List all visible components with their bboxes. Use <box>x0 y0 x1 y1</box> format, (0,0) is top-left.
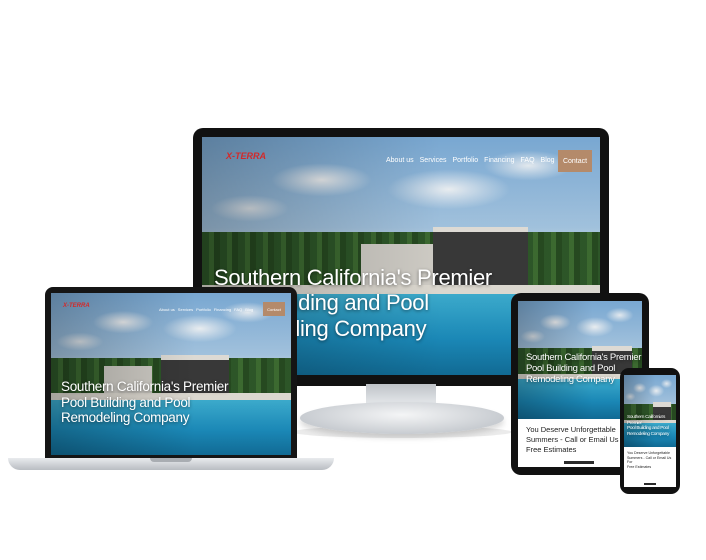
main-nav: About us Services Portfolio Financing FA… <box>159 307 253 312</box>
hero-headline: Southern California's Premier Pool Build… <box>61 379 229 426</box>
cta-text: You Deserve Unforgettable Summers - Call… <box>526 425 632 454</box>
bottom-bar <box>564 461 594 464</box>
bottom-bar <box>644 483 656 485</box>
monitor-stand-neck <box>366 384 436 404</box>
laptop-screen: X-TERRA About us Services Portfolio Fina… <box>51 293 291 455</box>
nav-item-faq[interactable]: FAQ <box>234 307 242 312</box>
monitor-stand-base <box>300 402 504 434</box>
laptop: X-TERRA About us Services Portfolio Fina… <box>45 287 297 459</box>
cta-line-2: Summers - Call or Email Us For <box>627 455 672 465</box>
site-logo[interactable]: X-TERRA <box>226 151 266 161</box>
phone-screen: Southern California's Premier Pool Build… <box>624 375 676 487</box>
cta-line-3: Free Estimates <box>627 465 652 470</box>
hero-headline-line-2: Pool Building and Pool <box>61 394 191 410</box>
nav-item-financing[interactable]: Financing <box>484 157 514 165</box>
contact-button[interactable]: Contact <box>263 302 285 316</box>
contact-button[interactable]: Contact <box>558 150 592 172</box>
cta-line-1: You Deserve Unforgettable <box>627 451 671 455</box>
nav-item-services[interactable]: Services <box>178 307 193 312</box>
nav-item-portfolio[interactable]: Portfolio <box>196 307 211 312</box>
hero-headline-line-1: Southern California's Premier <box>627 415 666 426</box>
nav-item-about[interactable]: About us <box>159 307 175 312</box>
phone: Southern California's Premier Pool Build… <box>620 368 680 494</box>
nav-item-portfolio[interactable]: Portfolio <box>452 157 478 165</box>
main-nav: About us Services Portfolio Financing FA… <box>386 157 584 165</box>
hero-image <box>51 293 291 455</box>
cta-line-2: Summers - Call or Email Us For <box>526 434 632 444</box>
nav-item-blog[interactable]: Blog <box>245 307 253 312</box>
nav-item-about[interactable]: About us <box>386 157 414 165</box>
cta-text: You Deserve Unforgettable Summers - Call… <box>627 451 676 470</box>
nav-item-services[interactable]: Services <box>420 157 447 165</box>
site-logo[interactable]: X-TERRA <box>63 303 90 309</box>
hero-headline: Southern California's Premier Pool Build… <box>627 415 676 437</box>
hero-headline-line-3: Remodeling Company <box>627 431 670 437</box>
nav-item-financing[interactable]: Financing <box>214 307 231 312</box>
hero-headline-line-3: Remodeling Company <box>61 410 190 426</box>
cta-line-3: Free Estimates <box>526 444 577 454</box>
hero-headline-line-1: Southern California's Premier <box>61 379 229 394</box>
nav-item-blog[interactable]: Blog <box>541 157 555 165</box>
hero-headline-line-2: Pool Building and Pool <box>627 426 669 432</box>
cta-line-1: You Deserve Unforgettable <box>526 425 616 434</box>
nav-item-faq[interactable]: FAQ <box>521 157 535 165</box>
laptop-notch <box>150 458 192 462</box>
